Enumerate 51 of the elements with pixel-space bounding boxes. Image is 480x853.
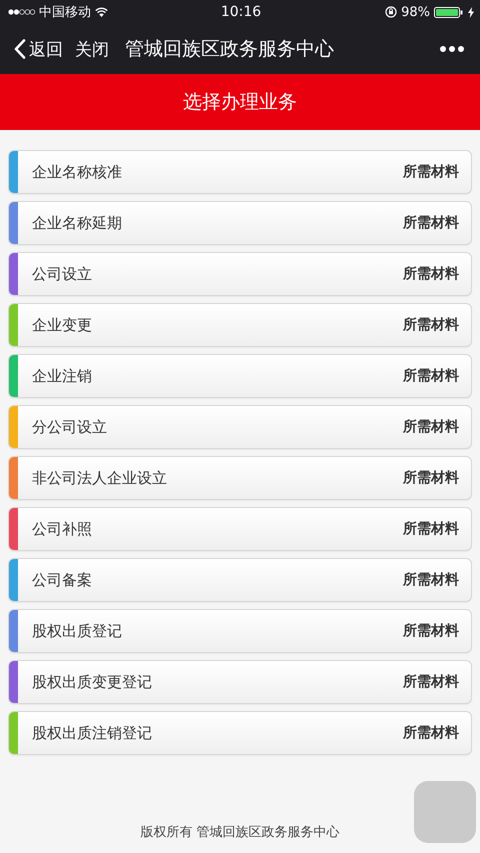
clock-time: 10:16 bbox=[220, 4, 262, 20]
materials-link[interactable]: 所需材料 bbox=[403, 469, 471, 487]
battery-percent: 98% bbox=[401, 4, 430, 20]
materials-link[interactable]: 所需材料 bbox=[403, 520, 471, 538]
materials-link[interactable]: 所需材料 bbox=[403, 214, 471, 232]
charging-icon bbox=[468, 6, 474, 18]
rotation-lock-icon bbox=[385, 6, 398, 18]
page-title: 管城回族区政务服务中心 bbox=[125, 37, 335, 62]
close-button[interactable]: 关闭 bbox=[75, 38, 109, 60]
service-item[interactable]: 非公司法人企业设立 所需材料 bbox=[8, 456, 472, 500]
back-button[interactable]: 返回 bbox=[14, 38, 63, 60]
service-item[interactable]: 分公司设立 所需材料 bbox=[8, 405, 472, 449]
materials-link[interactable]: 所需材料 bbox=[403, 622, 471, 640]
materials-link[interactable]: 所需材料 bbox=[403, 418, 471, 436]
back-chevron-icon bbox=[14, 39, 26, 59]
materials-link[interactable]: 所需材料 bbox=[403, 571, 471, 589]
service-name: 股权出质变更登记 bbox=[31, 672, 153, 692]
copyright-text: 版权所有 管城回族区政务服务中心 bbox=[140, 824, 340, 841]
service-name: 分公司设立 bbox=[31, 418, 108, 436]
service-item[interactable]: 股权出质注销登记 所需材料 bbox=[8, 711, 472, 755]
service-item[interactable]: 公司补照 所需材料 bbox=[8, 507, 472, 551]
materials-link[interactable]: 所需材料 bbox=[403, 265, 471, 283]
service-item[interactable]: 企业名称核准 所需材料 bbox=[8, 150, 472, 194]
service-item[interactable]: 股权出质登记 所需材料 bbox=[8, 609, 472, 653]
service-name: 公司备案 bbox=[31, 570, 93, 590]
service-name: 非公司法人企业设立 bbox=[31, 468, 168, 488]
materials-link[interactable]: 所需材料 bbox=[403, 367, 471, 385]
service-item[interactable]: 公司设立 所需材料 bbox=[8, 252, 472, 296]
wifi-icon bbox=[95, 7, 108, 17]
service-name: 企业变更 bbox=[31, 316, 93, 334]
carrier-name: 中国移动 bbox=[39, 4, 91, 21]
service-name: 股权出质登记 bbox=[31, 622, 123, 640]
service-name: 企业名称延期 bbox=[31, 214, 123, 232]
materials-link[interactable]: 所需材料 bbox=[403, 724, 471, 742]
more-icon bbox=[440, 46, 464, 52]
materials-link[interactable]: 所需材料 bbox=[403, 163, 471, 181]
service-name: 企业注销 bbox=[31, 366, 93, 386]
service-item[interactable]: 公司备案 所需材料 bbox=[8, 558, 472, 602]
service-name: 股权出质注销登记 bbox=[31, 724, 153, 742]
battery-icon bbox=[434, 6, 464, 18]
materials-link[interactable]: 所需材料 bbox=[403, 316, 471, 334]
materials-link[interactable]: 所需材料 bbox=[403, 673, 471, 691]
header-title: 选择办理业务 bbox=[183, 90, 297, 115]
service-item[interactable]: 企业变更 所需材料 bbox=[8, 303, 472, 347]
signal-icon bbox=[8, 9, 35, 15]
service-item[interactable]: 股权出质变更登记 所需材料 bbox=[8, 660, 472, 704]
service-name: 公司设立 bbox=[31, 264, 93, 284]
service-name: 企业名称核准 bbox=[31, 162, 123, 182]
service-item[interactable]: 企业注销 所需材料 bbox=[8, 354, 472, 398]
service-name: 公司补照 bbox=[31, 520, 93, 538]
service-item[interactable]: 企业名称延期 所需材料 bbox=[8, 201, 472, 245]
